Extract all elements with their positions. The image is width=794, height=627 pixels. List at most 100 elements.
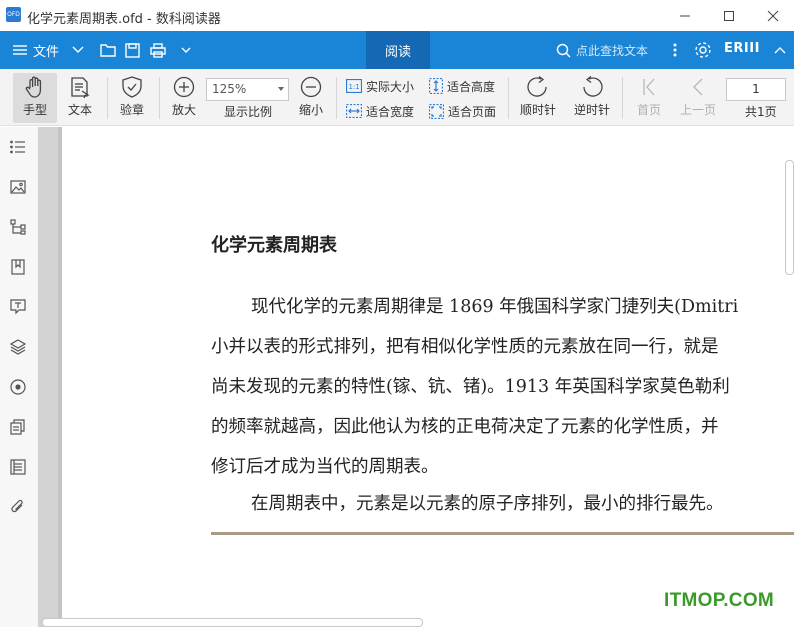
document-page: 化学元素周期表 现代化学的元素周期律是 1869 年俄国科学家门捷列夫(Dmit… <box>62 127 794 627</box>
document-list-icon <box>10 459 26 475</box>
maximize-button[interactable] <box>706 0 752 31</box>
first-page-icon <box>643 78 655 96</box>
quick-access-dropdown[interactable] <box>180 31 192 69</box>
document-paragraph-line: 的频率就越高，因此他认为核的正电荷决定了元素的化学性质，并 <box>211 417 719 437</box>
fit-page-icon <box>429 103 444 119</box>
title-bar: OFD 化学元素周期表.ofd - 数科阅读器 <box>0 0 794 31</box>
horizontal-rule <box>211 532 794 535</box>
rotate-ccw-icon <box>583 76 603 97</box>
chevron-left-icon <box>693 78 703 96</box>
minimize-icon <box>680 15 690 16</box>
collapse-ribbon-button[interactable] <box>774 31 786 69</box>
image-icon <box>10 180 26 194</box>
actual-size-label: 实际大小 <box>366 79 415 94</box>
svg-text:1:1: 1:1 <box>349 83 360 91</box>
zoom-out-button[interactable]: 缩小 <box>293 73 329 123</box>
save-icon <box>125 42 140 58</box>
toolbar-divider <box>107 77 108 119</box>
search-input[interactable]: 点此查找文本 <box>556 31 648 69</box>
sidebar-item-bookmarks[interactable] <box>8 257 28 277</box>
zoom-ratio-label: 显示比例 <box>224 105 273 119</box>
rotate-cw-icon <box>527 76 547 97</box>
tab-read[interactable]: 阅读 <box>366 31 430 69</box>
fit-width-icon <box>346 104 362 118</box>
more-button[interactable] <box>672 31 678 69</box>
sidebar-item-seals[interactable] <box>8 377 28 397</box>
more-vertical-icon <box>673 43 677 57</box>
verify-seal-label: 验章 <box>119 103 144 117</box>
text-tool-label: 文本 <box>67 103 92 117</box>
sidebar-item-document-info[interactable] <box>8 457 28 477</box>
seal-icon <box>10 379 26 395</box>
zoom-in-button[interactable]: 放大 <box>166 73 202 123</box>
save-button[interactable] <box>125 31 140 69</box>
settings-button[interactable] <box>694 31 712 69</box>
minimize-button[interactable] <box>662 0 708 31</box>
rotate-clockwise-button[interactable]: 顺时针 <box>516 73 560 123</box>
previous-page-button[interactable]: 上一页 <box>678 73 718 123</box>
document-paragraph-line: 在周期表中，元素是以元素的原子序排列，最小的排行最先。 <box>251 494 724 514</box>
document-title: 化学元素周期表 <box>211 235 337 256</box>
sidebar-item-attachments[interactable] <box>8 497 28 517</box>
gear-icon <box>695 42 711 58</box>
actual-size-button[interactable]: 1:1 实际大小 <box>346 76 414 96</box>
fit-height-button[interactable]: 适合高度 <box>429 76 495 96</box>
search-icon <box>556 43 571 57</box>
site-watermark: ITMOP.COM <box>664 590 775 611</box>
fit-height-label: 适合高度 <box>447 79 496 94</box>
open-button[interactable] <box>100 31 116 69</box>
verify-seal-button[interactable]: 验章 <box>114 73 150 123</box>
zoom-value: 125% <box>212 82 247 96</box>
hand-tool-label: 手型 <box>22 103 47 117</box>
rotate-counterclockwise-button[interactable]: 逆时针 <box>570 73 614 123</box>
close-button[interactable] <box>750 0 794 31</box>
zoom-in-label: 放大 <box>171 103 196 117</box>
text-select-icon <box>71 77 90 98</box>
zoom-in-icon <box>173 76 195 98</box>
text-tool-button[interactable]: 文本 <box>62 73 98 123</box>
rotate-clockwise-label: 顺时针 <box>519 103 556 117</box>
sidebar-item-structure[interactable] <box>8 217 28 237</box>
list-icon <box>10 140 25 154</box>
first-page-button[interactable]: 首页 <box>632 73 666 123</box>
app-logo-icon: OFD <box>6 7 21 22</box>
zoom-select[interactable]: 125% <box>206 78 289 101</box>
fit-width-button[interactable]: 适合宽度 <box>346 101 414 121</box>
search-placeholder: 点此查找文本 <box>576 43 649 58</box>
previous-page-label: 上一页 <box>679 103 716 117</box>
toolbar: 手型 文本 验章 放大 125% 显示比例 缩小 1:1 实际大小 适合宽度 适… <box>0 69 794 126</box>
horizontal-scrollbar[interactable] <box>42 618 423 627</box>
fit-page-button[interactable]: 适合页面 <box>429 101 496 121</box>
document-viewport[interactable]: 化学元素周期表 现代化学的元素周期律是 1869 年俄国科学家门捷列夫(Dmit… <box>38 127 794 627</box>
maximize-icon <box>724 10 734 21</box>
toolbar-divider <box>159 77 160 119</box>
fit-height-icon <box>429 78 443 94</box>
print-icon <box>150 42 166 58</box>
page-number-input[interactable]: 1 <box>726 78 786 101</box>
file-menu[interactable]: 文件 <box>12 31 84 69</box>
hand-tool-button[interactable]: 手型 <box>13 73 57 123</box>
shield-check-icon <box>122 76 142 98</box>
chevron-down-icon <box>181 47 191 53</box>
fit-width-label: 适合宽度 <box>366 104 415 119</box>
account-label[interactable]: ERIII <box>724 41 760 56</box>
sidebar-item-layers[interactable] <box>8 337 28 357</box>
toolbar-divider <box>508 77 509 119</box>
vertical-scrollbar[interactable] <box>785 160 794 275</box>
layers-icon <box>10 339 26 355</box>
sidebar-item-attachments-pages[interactable] <box>8 417 28 437</box>
toolbar-divider <box>336 77 337 119</box>
sidebar-item-annotations[interactable] <box>8 297 28 317</box>
sidebar-item-outline[interactable] <box>8 137 28 157</box>
document-paragraph-line: 小并以表的形式排列，把有相似化学性质的元素放在同一行，就是 <box>211 337 719 357</box>
paperclip-icon <box>11 499 23 513</box>
first-page-label: 首页 <box>636 103 661 117</box>
zoom-out-label: 缩小 <box>298 103 323 117</box>
sidebar-item-thumbnails[interactable] <box>8 177 28 197</box>
chevron-up-icon <box>774 47 786 54</box>
print-button[interactable] <box>150 31 166 69</box>
actual-size-icon: 1:1 <box>346 79 362 93</box>
menu-bar: 文件 阅读 点此查找文本 ERIII <box>0 31 794 69</box>
close-icon <box>767 10 779 21</box>
tree-icon <box>10 219 26 235</box>
